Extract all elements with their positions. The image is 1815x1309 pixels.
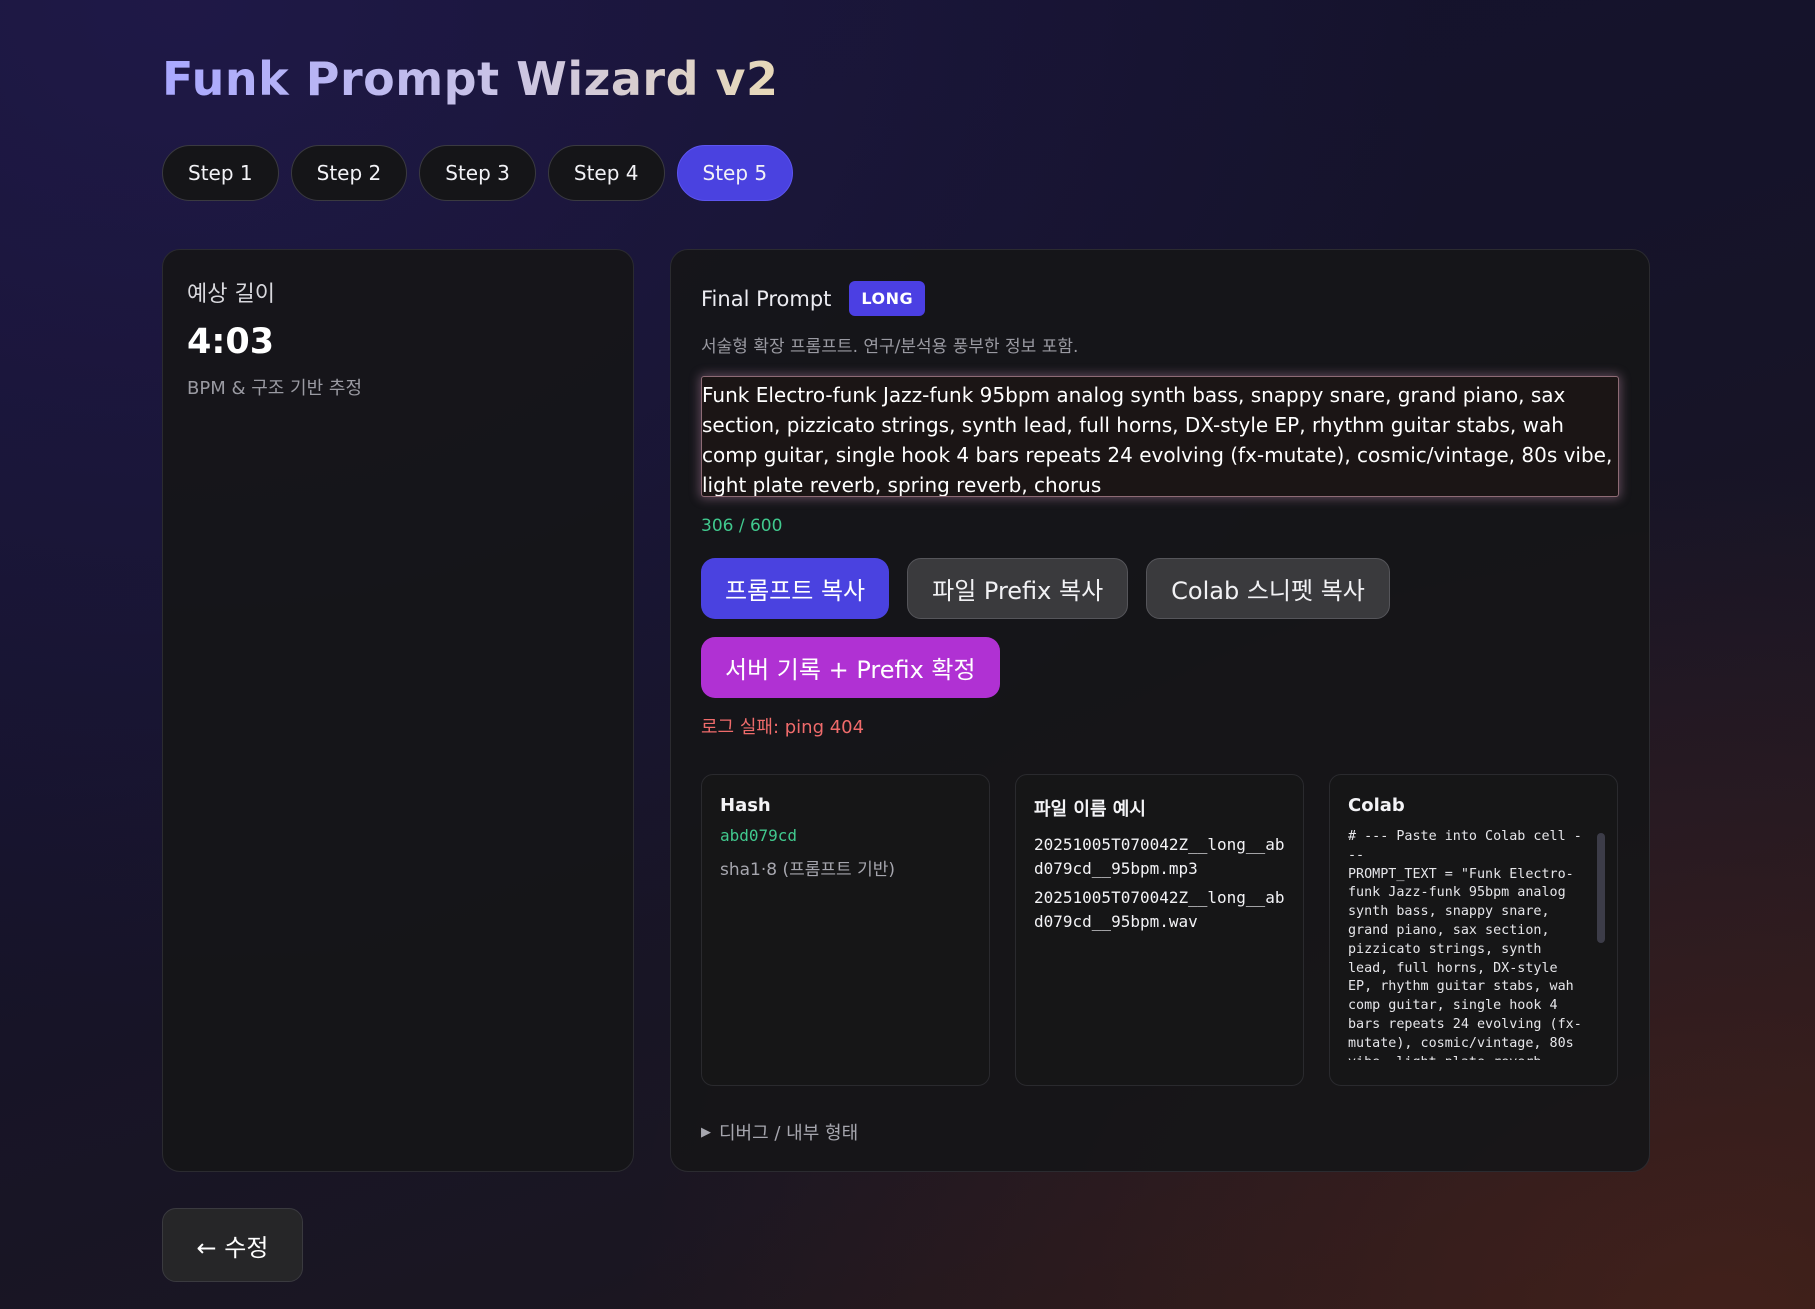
step-4-tab[interactable]: Step 4 [547,145,665,201]
colab-card-title: Colab [1348,795,1405,816]
step-1-tab[interactable]: Step 1 [162,145,279,201]
filename-mp3: 20251005T070042Z__long__abd079cd__95bpm.… [1034,835,1285,878]
final-prompt-header: Final Prompt LONG [701,281,1619,316]
filename-wav: 20251005T070042Z__long__abd079cd__95bpm.… [1034,888,1285,931]
length-badge: LONG [849,281,926,316]
error-message: 로그 실패: ping 404 [701,717,865,738]
final-prompt-description: 서술형 확장 프롬프트. 연구/분석용 풍부한 정보 포함. [701,337,1079,357]
estimate-note: BPM & 구조 기반 추정 [187,378,363,399]
back-edit-button[interactable]: ← 수정 [162,1208,303,1282]
step-5-tab[interactable]: Step 5 [676,145,794,201]
colab-card: Colab # --- Paste into Colab cell --- PR… [1329,774,1618,1086]
estimate-value: 4:03 [187,322,275,362]
debug-label: 디버그 / 내부 형태 [719,1123,859,1144]
hash-card-title: Hash [720,795,771,816]
colab-code-block[interactable]: # --- Paste into Colab cell --- PROMPT_T… [1348,828,1599,1060]
hash-note: sha1·8 (프롬프트 기반) [720,860,895,880]
step-3-tab[interactable]: Step 3 [419,145,536,201]
copy-colab-button[interactable]: Colab 스니펫 복사 [1146,558,1390,619]
copy-actions: 프롬프트 복사 파일 Prefix 복사 Colab 스니펫 복사 [701,558,1619,619]
estimate-panel: 예상 길이 4:03 BPM & 구조 기반 추정 [162,249,634,1172]
final-prompt-panel: Final Prompt LONG 서술형 확장 프롬프트. 연구/분석용 풍부… [670,249,1650,1172]
char-counter: 306 / 600 [701,516,783,536]
hash-card: Hash abd079cd sha1·8 (프롬프트 기반) [701,774,990,1086]
colab-scrollbar[interactable] [1597,833,1605,943]
prompt-textarea[interactable]: Funk Electro-funk Jazz-funk 95bpm analog… [701,376,1619,497]
app-title: Funk Prompt Wizard v2 [162,52,779,106]
step-2-tab[interactable]: Step 2 [290,145,408,201]
server-log-button[interactable]: 서버 기록 + Prefix 확정 [701,637,1000,698]
copy-prompt-button[interactable]: 프롬프트 복사 [701,558,890,619]
estimate-label: 예상 길이 [187,282,275,307]
copy-prefix-button[interactable]: 파일 Prefix 복사 [907,558,1129,619]
triangle-right-icon: ▶ [701,1124,711,1140]
hash-value: abd079cd [720,826,798,845]
filename-card: 파일 이름 예시 20251005T070042Z__long__abd079c… [1015,774,1304,1086]
step-nav: Step 1 Step 2 Step 3 Step 4 Step 5 [162,145,794,201]
filename-card-title: 파일 이름 예시 [1034,799,1146,820]
info-cards: Hash abd079cd sha1·8 (프롬프트 기반) 파일 이름 예시 … [701,774,1619,1086]
debug-toggle[interactable]: ▶ 디버그 / 내부 형태 [701,1119,1619,1145]
final-prompt-title: Final Prompt [701,286,832,311]
